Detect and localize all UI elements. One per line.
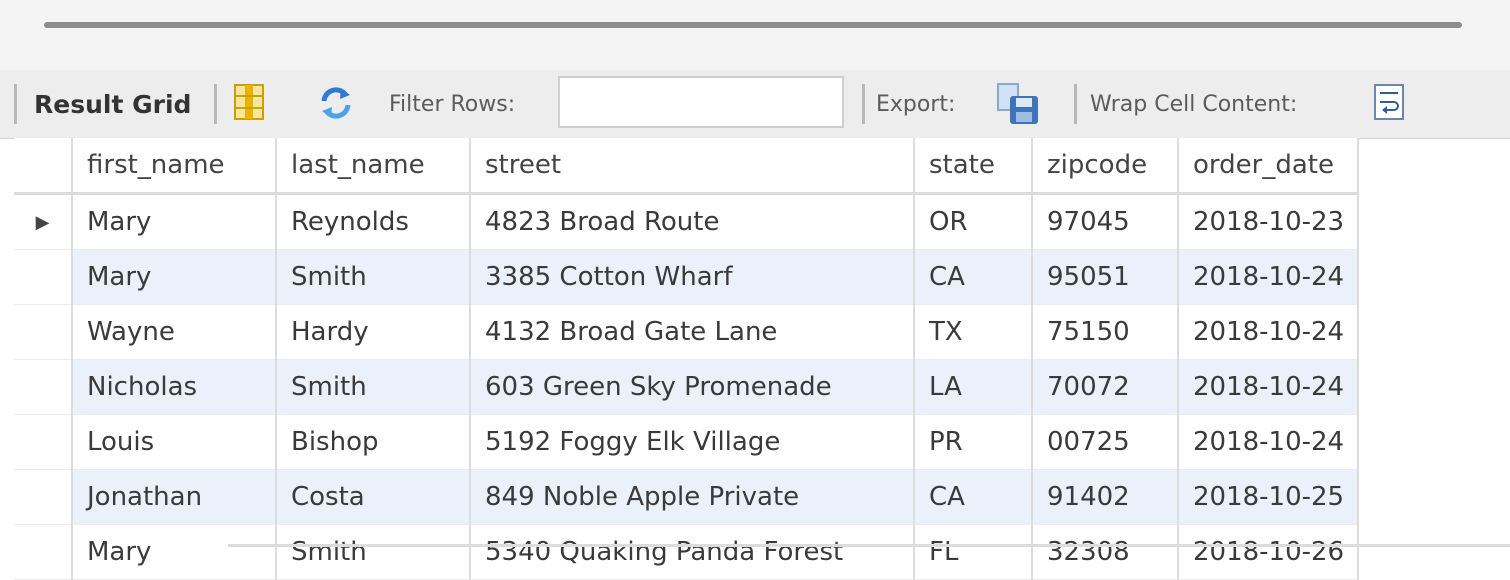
cell-state[interactable]: PR: [914, 414, 1033, 470]
cell-state[interactable]: OR: [914, 193, 1033, 250]
cell-last-name[interactable]: Reynolds: [276, 193, 471, 250]
cell-street[interactable]: 4132 Broad Gate Lane: [470, 304, 915, 360]
cell-state[interactable]: LA: [914, 359, 1033, 415]
cell-order-date[interactable]: 2018-10-24: [1178, 359, 1359, 415]
panel-divider[interactable]: [44, 22, 1462, 28]
header-row: first_name last_name street state zipcod…: [14, 138, 1359, 195]
cell-state[interactable]: CA: [914, 249, 1033, 305]
cell-first-name[interactable]: Mary: [72, 193, 277, 250]
table-row[interactable]: Louis Bishop 5192 Foggy Elk Village PR 00725…: [14, 414, 1359, 470]
cell-last-name[interactable]: Costa: [276, 469, 471, 525]
toolbar-separator: [1074, 84, 1077, 124]
column-header-first-name[interactable]: first_name: [72, 138, 277, 195]
cell-last-name[interactable]: Hardy: [276, 304, 471, 360]
row-marker[interactable]: [14, 304, 73, 360]
toolbar-separator: [214, 84, 217, 124]
export-label: Export:: [876, 92, 956, 117]
table-row[interactable]: Mary Smith 3385 Cotton Wharf CA 95051 2018-10…: [14, 249, 1359, 305]
cell-last-name[interactable]: Smith: [276, 359, 471, 415]
table-row[interactable]: ▶ Mary Reynolds 4823 Broad Route OR 97045 2018…: [14, 193, 1359, 250]
cell-street[interactable]: 849 Noble Apple Private: [470, 469, 915, 525]
cell-state[interactable]: CA: [914, 469, 1033, 525]
cell-first-name[interactable]: Wayne: [72, 304, 277, 360]
cell-first-name[interactable]: Nicholas: [72, 359, 277, 415]
result-grid-table: first_name last_name street state zipcod…: [14, 138, 1359, 580]
column-header-street[interactable]: street: [470, 138, 915, 195]
grid-layout-icon[interactable]: [234, 84, 264, 120]
cell-zipcode[interactable]: 70072: [1032, 359, 1179, 415]
table-row[interactable]: Mary Smith 5340 Quaking Panda Forest FL 3230…: [14, 524, 1359, 580]
cell-last-name[interactable]: Bishop: [276, 414, 471, 470]
cell-order-date[interactable]: 2018-10-24: [1178, 249, 1359, 305]
cell-first-name[interactable]: Mary: [72, 524, 277, 580]
cell-street[interactable]: 5192 Foggy Elk Village: [470, 414, 915, 470]
cell-order-date[interactable]: 2018-10-23: [1178, 193, 1359, 250]
column-header-zipcode[interactable]: zipcode: [1032, 138, 1179, 195]
table-row[interactable]: Wayne Hardy 4132 Broad Gate Lane TX 75150 201…: [14, 304, 1359, 360]
row-marker[interactable]: ▶: [14, 193, 73, 250]
cell-first-name[interactable]: Mary: [72, 249, 277, 305]
cell-order-date[interactable]: 2018-10-24: [1178, 304, 1359, 360]
row-marker[interactable]: [14, 524, 73, 580]
result-grid-label[interactable]: Result Grid: [34, 90, 191, 119]
column-header-state[interactable]: state: [914, 138, 1033, 195]
row-marker[interactable]: [14, 469, 73, 525]
table-row[interactable]: Jonathan Costa 849 Noble Apple Private CA 91…: [14, 469, 1359, 525]
cell-zipcode[interactable]: 97045: [1032, 193, 1179, 250]
cell-state[interactable]: TX: [914, 304, 1033, 360]
filter-rows-label: Filter Rows:: [389, 92, 516, 117]
toolbar-separator: [14, 84, 17, 124]
cell-last-name[interactable]: Smith: [276, 524, 471, 580]
cell-zipcode[interactable]: 95051: [1032, 249, 1179, 305]
table-row[interactable]: Nicholas Smith 603 Green Sky Promenade LA 70…: [14, 359, 1359, 415]
cell-order-date[interactable]: 2018-10-25: [1178, 469, 1359, 525]
column-header-order-date[interactable]: order_date: [1178, 138, 1359, 195]
cell-street[interactable]: 3385 Cotton Wharf: [470, 249, 915, 305]
cell-zipcode[interactable]: 00725: [1032, 414, 1179, 470]
grid-bottom-border: [228, 544, 1510, 547]
cell-zipcode[interactable]: 32308: [1032, 524, 1179, 580]
export-save-icon[interactable]: [996, 82, 1040, 126]
cell-state[interactable]: FL: [914, 524, 1033, 580]
toolbar-separator: [862, 84, 865, 124]
cell-zipcode[interactable]: 91402: [1032, 469, 1179, 525]
top-panel: [0, 0, 1510, 70]
row-marker-header: [14, 138, 73, 195]
filter-rows-input[interactable]: [558, 76, 844, 128]
cell-street[interactable]: 603 Green Sky Promenade: [470, 359, 915, 415]
cell-order-date[interactable]: 2018-10-24: [1178, 414, 1359, 470]
wrap-cell-content-label: Wrap Cell Content:: [1090, 92, 1298, 117]
cell-street[interactable]: 5340 Quaking Panda Forest: [470, 524, 915, 580]
cell-street[interactable]: 4823 Broad Route: [470, 193, 915, 250]
cell-first-name[interactable]: Louis: [72, 414, 277, 470]
wrap-text-icon[interactable]: [1374, 84, 1404, 120]
refresh-icon[interactable]: [318, 85, 354, 121]
cell-first-name[interactable]: Jonathan: [72, 469, 277, 525]
row-marker[interactable]: [14, 359, 73, 415]
cell-last-name[interactable]: Smith: [276, 249, 471, 305]
cell-zipcode[interactable]: 75150: [1032, 304, 1179, 360]
column-header-last-name[interactable]: last_name: [276, 138, 471, 195]
row-marker[interactable]: [14, 414, 73, 470]
result-toolbar: Result Grid Filter Rows: Export: Wrap Ce…: [0, 70, 1510, 139]
cell-order-date[interactable]: 2018-10-26: [1178, 524, 1359, 580]
row-marker[interactable]: [14, 249, 73, 305]
